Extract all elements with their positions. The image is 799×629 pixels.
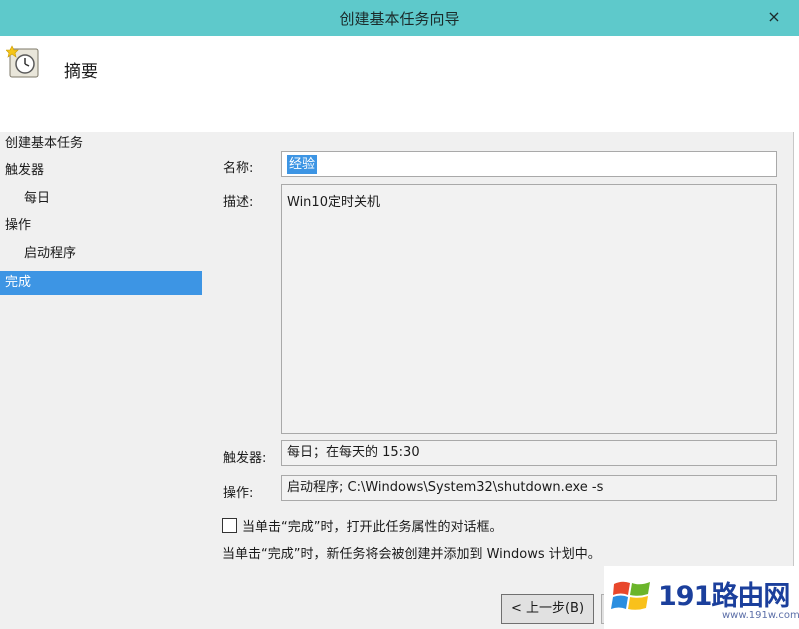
close-button[interactable]: × [763,6,785,28]
nav-item-trigger[interactable]: 触发器 [0,159,202,183]
open-properties-label[interactable]: 当单击“完成”时，打开此任务属性的对话框。 [242,516,502,535]
name-label: 名称: [223,161,254,176]
nav-item-daily[interactable]: 每日 [0,187,202,211]
wizard-header: 摘要 [0,36,799,132]
right-edge-frame [793,132,799,629]
back-button[interactable]: < 上一步(B) [501,594,594,624]
trigger-field: 每日；在每天的 15:30 [281,440,777,466]
task-clock-icon [6,45,39,78]
description-label: 描述: [223,195,254,210]
name-value: 经验 [287,155,318,174]
watermark-subtext: www.191w.com [722,610,799,621]
watermark-text: 191路由网 [658,581,790,612]
name-field[interactable]: 经验 [281,151,777,177]
title-bar: 创建基本任务向导 × [0,0,799,36]
page-title: 摘要 [64,62,98,82]
nav-item-action[interactable]: 操作 [0,214,202,238]
action-field: 启动程序; C:\Windows\System32\shutdown.exe -… [281,475,777,501]
nav-item-start-program[interactable]: 启动程序 [0,242,202,266]
trigger-label: 触发器: [223,451,267,466]
action-label: 操作: [223,486,254,501]
nav-item-create-basic-task[interactable]: 创建基本任务 [0,132,202,156]
wizard-steps-nav: 创建基本任务 触发器 每日 操作 启动程序 完成 [0,132,208,629]
windows-logo-icon [611,581,650,610]
nav-item-finish[interactable]: 完成 [0,271,202,295]
open-properties-checkbox[interactable] [222,518,237,533]
site-watermark: 191路由网 www.191w.com [604,566,799,629]
window-title: 创建基本任务向导 [339,10,460,28]
finish-info-text: 当单击“完成”时，新任务将会被创建并添加到 Windows 计划中。 [222,547,601,562]
description-field[interactable]: Win10定时关机 [281,184,777,434]
